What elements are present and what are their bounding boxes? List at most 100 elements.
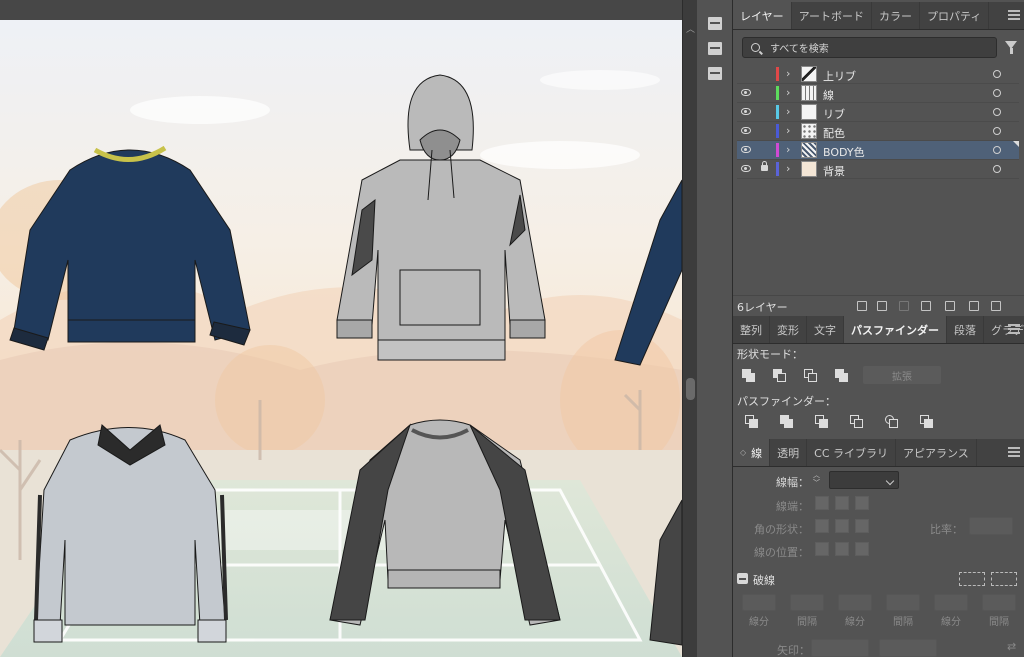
align-center-button[interactable] xyxy=(815,542,829,556)
layer-row[interactable]: › BODY色 xyxy=(737,141,1019,160)
tab-align[interactable]: 整列 xyxy=(733,316,770,343)
bevel-join-button[interactable] xyxy=(855,519,869,533)
dash-3-input[interactable] xyxy=(934,594,968,611)
chevron-right-icon[interactable]: › xyxy=(786,67,790,80)
layer-row[interactable]: › 上リブ xyxy=(737,65,1019,84)
exclude-button[interactable] xyxy=(835,369,849,382)
butt-cap-button[interactable] xyxy=(815,496,829,510)
canvas-vertical-scrollbar[interactable]: ︿ xyxy=(682,0,697,657)
trash-icon[interactable] xyxy=(991,301,1001,311)
layer-row[interactable]: › 配色 xyxy=(737,122,1019,141)
tab-paragraph[interactable]: 段落 xyxy=(947,316,984,343)
eye-icon[interactable] xyxy=(741,165,751,172)
tab-stroke[interactable]: ◇ 線 xyxy=(733,439,771,466)
panel-menu-icon[interactable] xyxy=(1008,10,1020,20)
expand-button[interactable]: 拡張 xyxy=(863,366,941,384)
target-circle-icon[interactable] xyxy=(993,146,1001,154)
layer-name[interactable]: 上リブ xyxy=(823,68,856,84)
lock-toggle[interactable] xyxy=(757,143,771,157)
projecting-cap-button[interactable] xyxy=(855,496,869,510)
lock-toggle[interactable] xyxy=(757,67,771,81)
canvas-area[interactable]: ︿ xyxy=(0,0,697,657)
layer-name[interactable]: BODY色 xyxy=(823,144,865,160)
tab-color[interactable]: カラー xyxy=(872,2,921,29)
tab-artboards[interactable]: アートボード xyxy=(792,2,873,29)
unite-button[interactable] xyxy=(742,369,756,382)
panel-menu-icon[interactable] xyxy=(1008,447,1020,457)
intersect-button[interactable] xyxy=(804,369,818,382)
lock-toggle[interactable] xyxy=(757,105,771,119)
outline-button[interactable] xyxy=(885,415,899,428)
search-layer-icon[interactable] xyxy=(899,301,909,311)
merge-button[interactable] xyxy=(815,415,829,428)
layer-row[interactable]: › 背景 xyxy=(737,160,1019,179)
target-circle-icon[interactable] xyxy=(993,165,1001,173)
align-inside-button[interactable] xyxy=(835,542,849,556)
tab-layers[interactable]: レイヤー xyxy=(733,2,792,29)
divide-button[interactable] xyxy=(745,415,759,428)
start-arrow-select[interactable] xyxy=(811,639,869,657)
round-cap-button[interactable] xyxy=(835,496,849,510)
tab-character[interactable]: 文字 xyxy=(807,316,844,343)
dash-align-icon[interactable] xyxy=(991,572,1017,586)
dash-preserve-icon[interactable] xyxy=(959,572,985,586)
dash-1-input[interactable] xyxy=(742,594,776,611)
scroll-up-icon[interactable]: ︿ xyxy=(686,22,695,35)
tab-appearance[interactable]: アピアランス xyxy=(896,439,977,466)
layers-search-input[interactable]: すべてを検索 xyxy=(742,37,997,58)
collect-export-icon[interactable] xyxy=(857,301,867,311)
locate-object-icon[interactable] xyxy=(877,301,887,311)
tab-pathfinder[interactable]: パスファインダー xyxy=(844,316,947,343)
dash-2-input[interactable] xyxy=(838,594,872,611)
end-arrow-select[interactable] xyxy=(879,639,937,657)
eye-icon[interactable] xyxy=(741,108,751,115)
align-outside-button[interactable] xyxy=(855,542,869,556)
chevron-right-icon[interactable]: › xyxy=(786,105,790,118)
visibility-toggle[interactable] xyxy=(739,67,753,81)
filter-icon[interactable] xyxy=(1005,41,1017,54)
panel-menu-icon[interactable] xyxy=(1008,324,1020,334)
new-layer-icon[interactable] xyxy=(969,301,979,311)
lock-toggle[interactable] xyxy=(757,86,771,100)
minus-front-button[interactable] xyxy=(773,369,787,382)
eye-icon[interactable] xyxy=(741,89,751,96)
layer-name[interactable]: リブ xyxy=(823,106,845,122)
tab-transform[interactable]: 変形 xyxy=(770,316,807,343)
chevron-right-icon[interactable]: › xyxy=(786,124,790,137)
crop-button[interactable] xyxy=(850,415,864,428)
new-sublayer-icon[interactable] xyxy=(945,301,955,311)
lock-toggle[interactable] xyxy=(757,124,771,138)
dashed-line-checkbox[interactable] xyxy=(737,573,748,584)
eye-icon[interactable] xyxy=(741,146,751,153)
layer-name[interactable]: 配色 xyxy=(823,125,845,141)
round-join-button[interactable] xyxy=(835,519,849,533)
miter-join-button[interactable] xyxy=(815,519,829,533)
minus-back-button[interactable] xyxy=(920,415,934,428)
layer-name[interactable]: 背景 xyxy=(823,163,845,179)
gap-2-input[interactable] xyxy=(886,594,920,611)
gap-3-input[interactable] xyxy=(982,594,1016,611)
clipping-mask-icon[interactable] xyxy=(921,301,931,311)
layer-row[interactable]: › 線 xyxy=(737,84,1019,103)
trim-button[interactable] xyxy=(780,415,794,428)
scrollbar-thumb[interactable] xyxy=(686,378,695,400)
target-circle-icon[interactable] xyxy=(993,108,1001,116)
chevron-right-icon[interactable]: › xyxy=(786,143,790,156)
target-circle-icon[interactable] xyxy=(993,127,1001,135)
tab-properties[interactable]: プロパティ xyxy=(920,2,990,29)
chevron-right-icon[interactable]: › xyxy=(786,86,790,99)
tab-transparency[interactable]: 透明 xyxy=(770,439,808,466)
weight-select[interactable] xyxy=(829,471,899,489)
layer-name[interactable]: 線 xyxy=(823,87,834,103)
weight-spinner[interactable]: ︿ ﹀ xyxy=(813,471,827,489)
swap-arrows-icon[interactable]: ⇄ xyxy=(1007,640,1016,653)
assets-panel-button[interactable] xyxy=(703,37,727,59)
lock-icon[interactable] xyxy=(761,161,768,171)
libraries-panel-button[interactable] xyxy=(703,12,727,34)
gap-1-input[interactable] xyxy=(790,594,824,611)
eye-icon[interactable] xyxy=(741,127,751,134)
artboard[interactable] xyxy=(0,20,682,657)
target-circle-icon[interactable] xyxy=(993,70,1001,78)
chevron-right-icon[interactable]: › xyxy=(786,162,790,175)
target-circle-icon[interactable] xyxy=(993,89,1001,97)
